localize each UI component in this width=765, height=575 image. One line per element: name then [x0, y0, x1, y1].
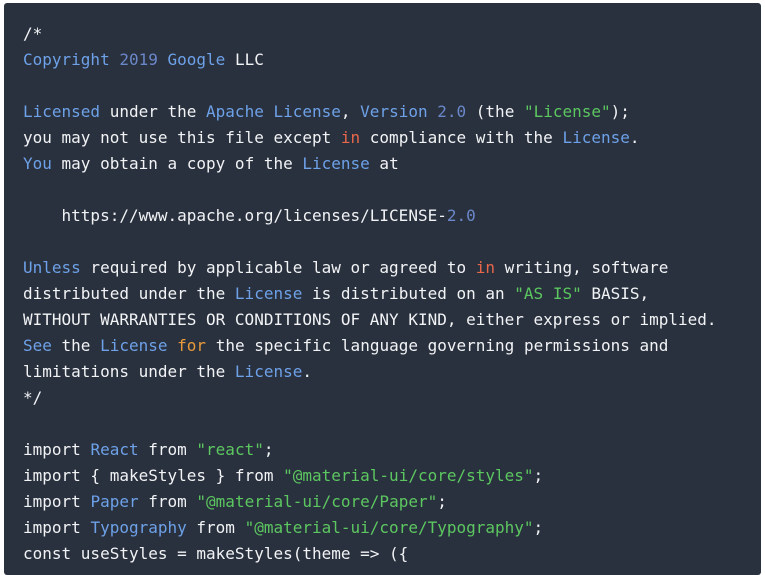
code-token: License [302, 154, 370, 173]
code-token: License [562, 128, 630, 147]
code-token: the [51, 336, 101, 355]
code-token: React [90, 440, 139, 459]
code-line: limitations under the License. [23, 359, 717, 385]
code-token: Paper [90, 492, 139, 511]
code-token: . [302, 362, 312, 381]
code-line: you may not use this file except in comp… [23, 125, 717, 151]
code-token: WITHOUT WARRANTIES OR CONDITIONS OF ANY … [23, 310, 717, 329]
code-token: Copyright [23, 50, 110, 69]
code-line: import Paper from "@material-ui/core/Pap… [23, 489, 717, 515]
code-token: distributed under the [23, 284, 235, 303]
code-token: BASIS, [581, 284, 650, 303]
code-token: at [369, 154, 399, 173]
code-content[interactable]: /* Copyright 2019 Google LLC Licensed unde… [23, 21, 717, 567]
code-token: from [138, 492, 197, 511]
code-token: "react" [196, 440, 264, 459]
code-token: required by applicable law or agreed to [80, 258, 476, 277]
code-token: Typography [90, 518, 187, 537]
code-token: const useStyles = makeStyles(theme => ({ [23, 544, 409, 563]
code-line: Unless required by applicable law or agr… [23, 255, 717, 281]
code-token: writing, software [495, 258, 669, 277]
code-line: import Typography from "@material-ui/cor… [23, 515, 717, 541]
code-token: Licensed [23, 102, 101, 121]
code-token: /* [23, 24, 43, 43]
code-line: */ [23, 385, 717, 411]
code-token: import { makeStyles } from [23, 466, 284, 485]
code-token: Version [360, 102, 428, 121]
code-token: 2019 [119, 50, 158, 69]
code-token: "AS IS" [514, 284, 582, 303]
code-line: import React from "react"; [23, 437, 717, 463]
code-line: https://www.apache.org/licenses/LICENSE-… [23, 203, 717, 229]
code-token: License [234, 362, 303, 381]
code-token: License [234, 284, 303, 303]
code-token: from [186, 518, 245, 537]
code-token: "@material-ui/core/Paper" [196, 492, 438, 511]
code-line: You may obtain a copy of the License at [23, 151, 717, 177]
code-token: ; [533, 518, 544, 537]
code-token: is distributed on an [302, 284, 515, 303]
code-token: , [340, 102, 361, 121]
code-token: "@material-ui/core/Typography" [244, 518, 534, 537]
code-token: */ [23, 388, 43, 407]
code-token: You [23, 154, 52, 173]
code-line: Licensed under the Apache License, Versi… [23, 99, 717, 125]
code-token: for [177, 336, 207, 355]
code-token: from [138, 440, 197, 459]
code-token: ; [263, 440, 274, 459]
code-token: 2.0 [437, 102, 467, 121]
code-line: distributed under the License is distrib… [23, 281, 717, 307]
code-line: See the License for the specific languag… [23, 333, 717, 359]
code-token: import [23, 518, 91, 537]
code-line: const useStyles = makeStyles(theme => ({ [23, 541, 717, 567]
code-line: WITHOUT WARRANTIES OR CONDITIONS OF ANY … [23, 307, 717, 333]
code-line: import { makeStyles } from "@material-ui… [23, 463, 717, 489]
code-token: ); [610, 102, 630, 121]
code-token: ; [533, 466, 544, 485]
code-token: LLC [225, 50, 264, 69]
code-token: 2.0 [446, 206, 476, 225]
code-token: "@material-ui/core/styles" [283, 466, 534, 485]
code-block: /* Copyright 2019 Google LLC Licensed unde… [4, 3, 761, 575]
code-token: in [475, 258, 496, 277]
code-token: import [23, 492, 91, 511]
code-token: in [340, 128, 361, 147]
code-line: /* [23, 21, 717, 47]
code-token: compliance with the [360, 128, 563, 147]
code-line: Copyright 2019 Google LLC [23, 47, 717, 73]
code-token: License [100, 336, 168, 355]
code-token: you may not use this file except [23, 128, 341, 147]
code-token: limitations under the [23, 362, 235, 381]
code-token: "License" [523, 102, 611, 121]
code-token: (the [466, 102, 524, 121]
code-token: import [23, 440, 91, 459]
code-token: See [23, 336, 52, 355]
code-token: under the [100, 102, 207, 121]
code-token: . [629, 128, 640, 147]
code-token: the specific language governing permissi… [206, 336, 669, 355]
code-token: may obtain a copy of the [51, 154, 303, 173]
code-token: Apache [206, 102, 264, 121]
code-token: Unless [23, 258, 81, 277]
code-token: ; [437, 492, 447, 511]
code-token: Google [167, 50, 226, 69]
code-token: License [273, 102, 341, 121]
code-token: https://www.apache.org/licenses/LICENSE- [23, 206, 447, 225]
